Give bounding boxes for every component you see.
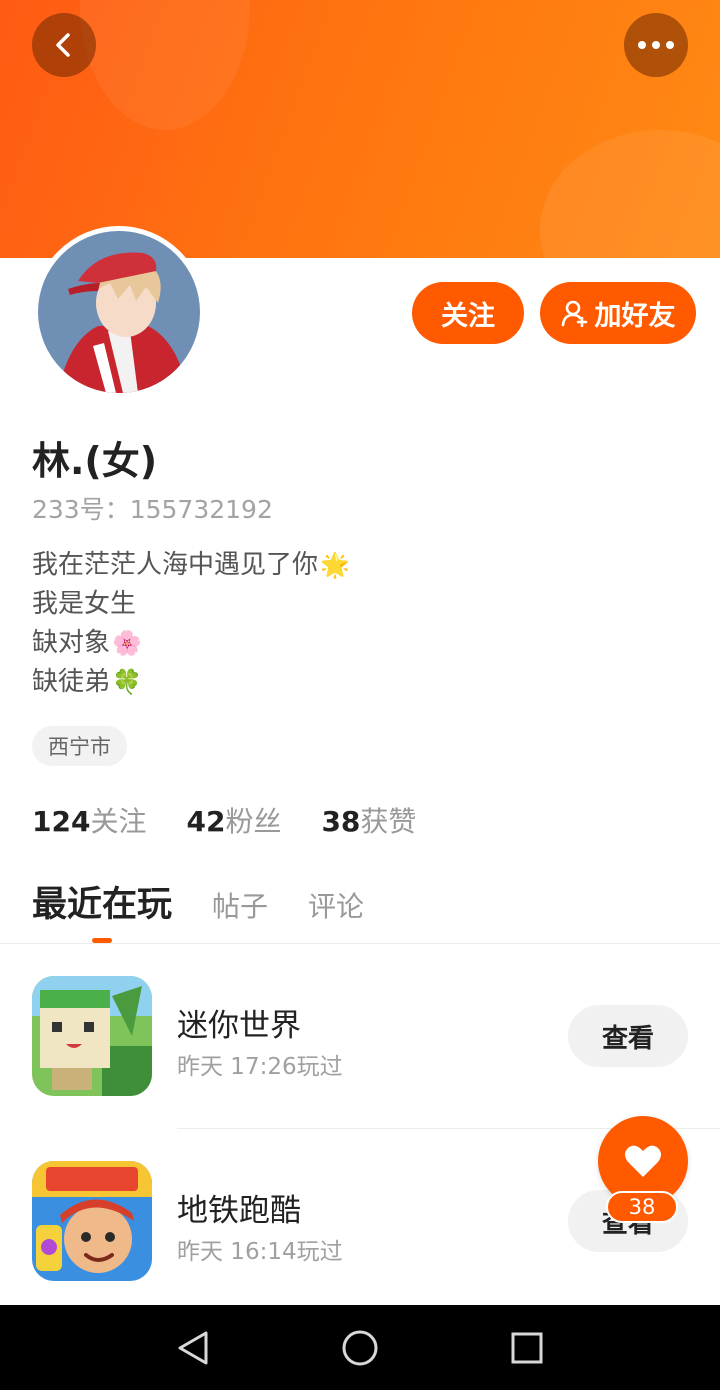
bio-line: 我在茫茫人海中遇见了你🌟 xyxy=(32,550,350,580)
game-list-item[interactable]: 迷你世界 昨天 17:26玩过 查看 xyxy=(0,960,720,1110)
nav-back-button[interactable] xyxy=(163,1318,223,1378)
game-icon-subway-surfers xyxy=(32,1161,152,1281)
follow-label: 关注 xyxy=(441,300,495,332)
tab-comments[interactable]: 评论 xyxy=(308,885,364,925)
heart-icon xyxy=(625,1145,661,1177)
avatar-image xyxy=(38,231,200,393)
bio-line: 缺徒弟🍀 xyxy=(32,667,142,697)
square-recents-icon xyxy=(511,1332,543,1363)
stat-likes[interactable]: 38获赞 xyxy=(321,800,416,840)
profile-banner xyxy=(0,0,720,258)
system-navigation-bar xyxy=(0,1305,720,1390)
tab-recently-played[interactable]: 最近在玩 xyxy=(32,876,172,927)
profile-name: 林.(女) xyxy=(32,439,158,483)
profile-stats: 124关注 42粉丝 38获赞 xyxy=(32,800,416,840)
game-played-time: 昨天 17:26玩过 xyxy=(177,1054,343,1080)
game-icon-miniworld xyxy=(32,976,152,1096)
game-title: 迷你世界 xyxy=(177,1008,301,1044)
location-tag: 西宁市 xyxy=(32,726,127,766)
user-plus-icon xyxy=(561,300,587,327)
chevron-left-icon xyxy=(56,33,70,57)
follow-button[interactable]: 关注 xyxy=(412,282,524,344)
profile-tabs: 最近在玩 帖子 评论 xyxy=(32,876,364,927)
more-horizontal-icon xyxy=(638,41,674,49)
profile-bio: 我在茫茫人海中遇见了你🌟 我是女生 缺对象🌸 缺徒弟🍀 xyxy=(32,546,350,702)
banner-decoration xyxy=(540,130,720,258)
nav-home-button[interactable] xyxy=(330,1318,390,1378)
triangle-back-icon xyxy=(178,1331,208,1364)
game-played-time: 昨天 16:14玩过 xyxy=(177,1239,343,1265)
stat-following[interactable]: 124关注 xyxy=(32,800,146,840)
banner-decoration xyxy=(80,0,250,130)
tab-posts[interactable]: 帖子 xyxy=(212,885,268,925)
stat-fans[interactable]: 42粉丝 xyxy=(186,800,281,840)
bio-line: 缺对象🌸 xyxy=(32,628,142,658)
more-button[interactable] xyxy=(624,13,688,77)
avatar[interactable] xyxy=(33,226,205,398)
view-button[interactable]: 查看 xyxy=(568,1005,688,1067)
circle-home-icon xyxy=(342,1330,378,1365)
divider xyxy=(0,943,720,944)
bio-line: 我是女生 xyxy=(32,589,137,619)
add-friend-label: 加好友 xyxy=(594,300,676,332)
add-friend-button[interactable]: 加好友 xyxy=(540,282,696,344)
profile-id: 233号：155732192 xyxy=(32,495,273,524)
back-button[interactable] xyxy=(32,13,96,77)
nav-recents-button[interactable] xyxy=(497,1318,557,1378)
game-title: 地铁跑酷 xyxy=(177,1193,301,1229)
like-count-badge: 38 xyxy=(606,1191,678,1223)
